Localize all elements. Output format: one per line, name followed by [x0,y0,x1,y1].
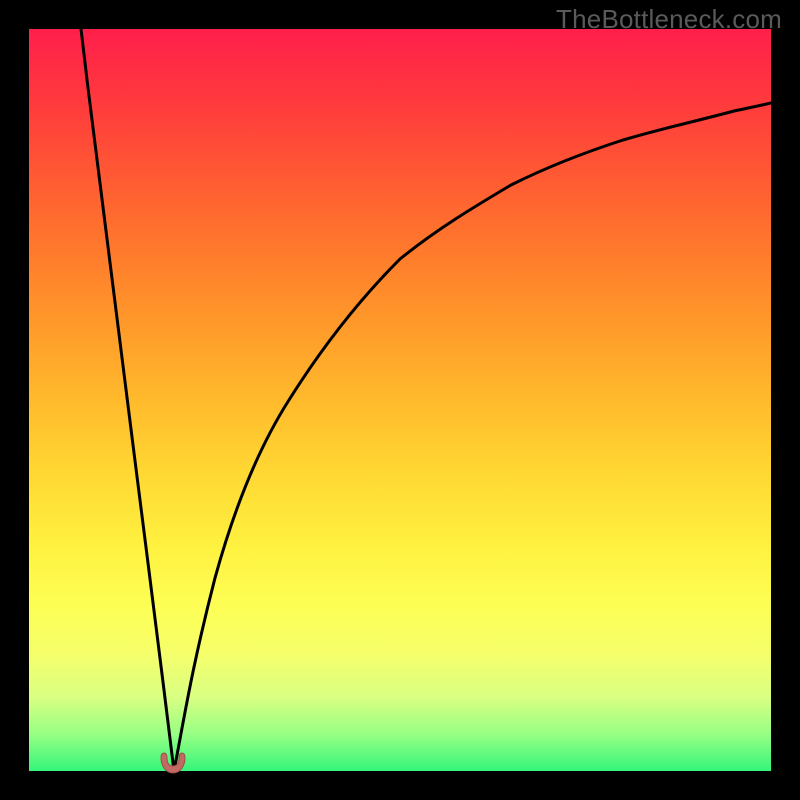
left-branch-curve [81,29,174,771]
chart-plot-area [29,29,771,771]
right-branch-curve [174,103,771,771]
bottleneck-curves [29,29,771,771]
